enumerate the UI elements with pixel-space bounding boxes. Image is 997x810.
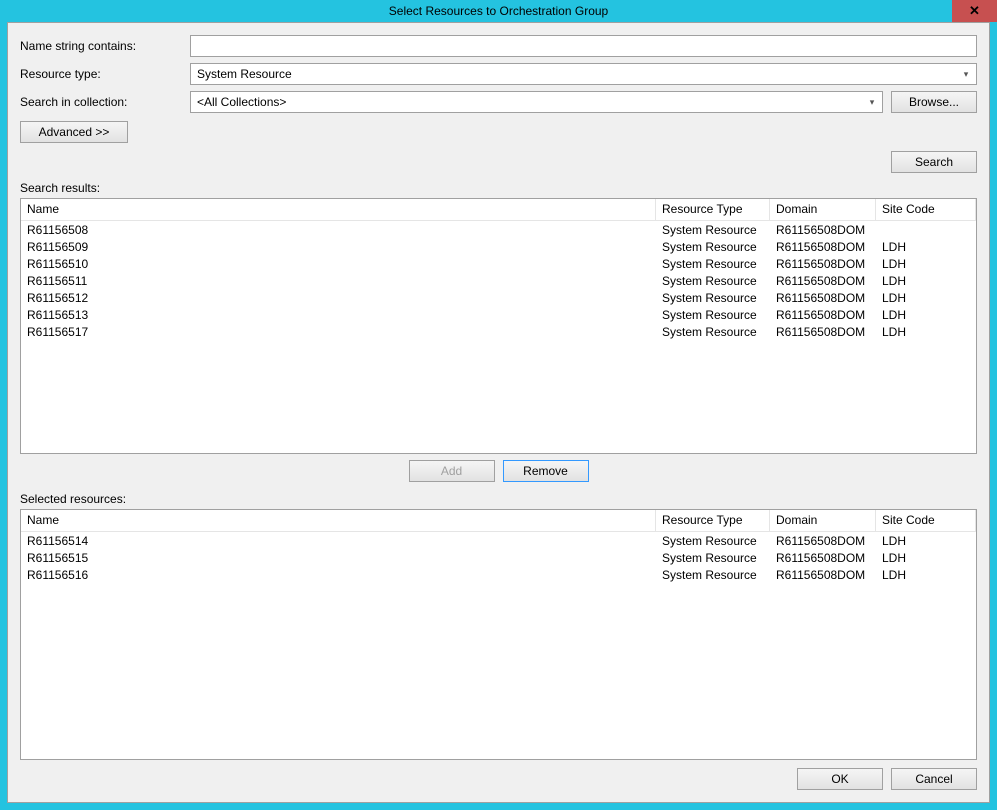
cell-site-code: LDH: [876, 534, 976, 548]
name-contains-input[interactable]: [190, 35, 977, 57]
browse-button[interactable]: Browse...: [891, 91, 977, 113]
table-row[interactable]: R61156511System ResourceR61156508DOMLDH: [21, 272, 976, 289]
name-contains-row: Name string contains:: [20, 35, 977, 57]
cell-site-code: LDH: [876, 291, 976, 305]
table-row[interactable]: R61156512System ResourceR61156508DOMLDH: [21, 289, 976, 306]
table-row[interactable]: R61156514System ResourceR61156508DOMLDH: [21, 532, 976, 549]
selected-resources-body: R61156514System ResourceR61156508DOMLDHR…: [21, 532, 976, 759]
cell-site-code: LDH: [876, 240, 976, 254]
cell-name: R61156510: [21, 257, 656, 271]
table-row[interactable]: R61156508System ResourceR61156508DOM: [21, 221, 976, 238]
cell-resource-type: System Resource: [656, 240, 770, 254]
remove-button[interactable]: Remove: [503, 460, 589, 482]
cancel-button[interactable]: Cancel: [891, 768, 977, 790]
table-row[interactable]: R61156513System ResourceR61156508DOMLDH: [21, 306, 976, 323]
cell-site-code: LDH: [876, 257, 976, 271]
column-resource-type[interactable]: Resource Type: [656, 199, 770, 220]
cell-resource-type: System Resource: [656, 257, 770, 271]
cell-domain: R61156508DOM: [770, 568, 876, 582]
cell-resource-type: System Resource: [656, 308, 770, 322]
cell-resource-type: System Resource: [656, 291, 770, 305]
column-name[interactable]: Name: [21, 199, 656, 220]
column-domain[interactable]: Domain: [770, 510, 876, 531]
search-results-header: Name Resource Type Domain Site Code: [21, 199, 976, 221]
table-row[interactable]: R61156510System ResourceR61156508DOMLDH: [21, 255, 976, 272]
cell-domain: R61156508DOM: [770, 257, 876, 271]
cell-resource-type: System Resource: [656, 551, 770, 565]
close-button[interactable]: ✕: [952, 0, 997, 22]
advanced-row: Advanced >>: [20, 121, 977, 143]
cell-resource-type: System Resource: [656, 568, 770, 582]
close-icon: ✕: [969, 3, 980, 19]
resource-type-value: System Resource: [197, 67, 292, 81]
ok-button[interactable]: OK: [797, 768, 883, 790]
advanced-button[interactable]: Advanced >>: [20, 121, 128, 143]
dialog-buttons: OK Cancel: [20, 768, 977, 790]
cell-name: R61156516: [21, 568, 656, 582]
dialog-content: Name string contains: Resource type: Sys…: [7, 22, 990, 803]
cell-site-code: LDH: [876, 551, 976, 565]
column-domain[interactable]: Domain: [770, 199, 876, 220]
search-button[interactable]: Search: [891, 151, 977, 173]
dialog-window: Select Resources to Orchestration Group …: [0, 0, 997, 810]
collection-label: Search in collection:: [20, 95, 190, 109]
cell-resource-type: System Resource: [656, 325, 770, 339]
table-row[interactable]: R61156509System ResourceR61156508DOMLDH: [21, 238, 976, 255]
cell-site-code: LDH: [876, 568, 976, 582]
cell-domain: R61156508DOM: [770, 240, 876, 254]
column-site-code[interactable]: Site Code: [876, 510, 976, 531]
column-name[interactable]: Name: [21, 510, 656, 531]
selected-resources-list: Name Resource Type Domain Site Code R611…: [20, 509, 977, 760]
selected-resources-label: Selected resources:: [20, 492, 977, 506]
collection-dropdown[interactable]: <All Collections> ▾: [190, 91, 883, 113]
cell-name: R61156513: [21, 308, 656, 322]
cell-domain: R61156508DOM: [770, 223, 876, 237]
cell-name: R61156512: [21, 291, 656, 305]
cell-domain: R61156508DOM: [770, 325, 876, 339]
search-row: Search: [20, 151, 977, 173]
cell-domain: R61156508DOM: [770, 551, 876, 565]
cell-domain: R61156508DOM: [770, 308, 876, 322]
chevron-down-icon: ▾: [958, 69, 974, 80]
window-title: Select Resources to Orchestration Group: [389, 4, 608, 18]
cell-name: R61156517: [21, 325, 656, 339]
table-row[interactable]: R61156517System ResourceR61156508DOMLDH: [21, 323, 976, 340]
titlebar: Select Resources to Orchestration Group …: [0, 0, 997, 22]
name-contains-label: Name string contains:: [20, 39, 190, 53]
cell-resource-type: System Resource: [656, 274, 770, 288]
resource-type-label: Resource type:: [20, 67, 190, 81]
cell-name: R61156508: [21, 223, 656, 237]
column-site-code[interactable]: Site Code: [876, 199, 976, 220]
collection-row: Search in collection: <All Collections> …: [20, 91, 977, 113]
add-remove-row: Add Remove: [20, 460, 977, 482]
resource-type-dropdown[interactable]: System Resource ▾: [190, 63, 977, 85]
cell-resource-type: System Resource: [656, 534, 770, 548]
cell-domain: R61156508DOM: [770, 274, 876, 288]
search-results-label: Search results:: [20, 181, 977, 195]
column-resource-type[interactable]: Resource Type: [656, 510, 770, 531]
add-button[interactable]: Add: [409, 460, 495, 482]
cell-name: R61156514: [21, 534, 656, 548]
table-row[interactable]: R61156516System ResourceR61156508DOMLDH: [21, 566, 976, 583]
collection-value: <All Collections>: [197, 95, 286, 109]
search-results-body: R61156508System ResourceR61156508DOMR611…: [21, 221, 976, 453]
search-results-list: Name Resource Type Domain Site Code R611…: [20, 198, 977, 454]
cell-site-code: LDH: [876, 325, 976, 339]
cell-domain: R61156508DOM: [770, 291, 876, 305]
cell-name: R61156511: [21, 274, 656, 288]
cell-domain: R61156508DOM: [770, 534, 876, 548]
cell-resource-type: System Resource: [656, 223, 770, 237]
resource-type-row: Resource type: System Resource ▾: [20, 63, 977, 85]
cell-site-code: LDH: [876, 274, 976, 288]
cell-name: R61156515: [21, 551, 656, 565]
chevron-down-icon: ▾: [864, 97, 880, 108]
table-row[interactable]: R61156515System ResourceR61156508DOMLDH: [21, 549, 976, 566]
selected-resources-header: Name Resource Type Domain Site Code: [21, 510, 976, 532]
cell-name: R61156509: [21, 240, 656, 254]
cell-site-code: LDH: [876, 308, 976, 322]
